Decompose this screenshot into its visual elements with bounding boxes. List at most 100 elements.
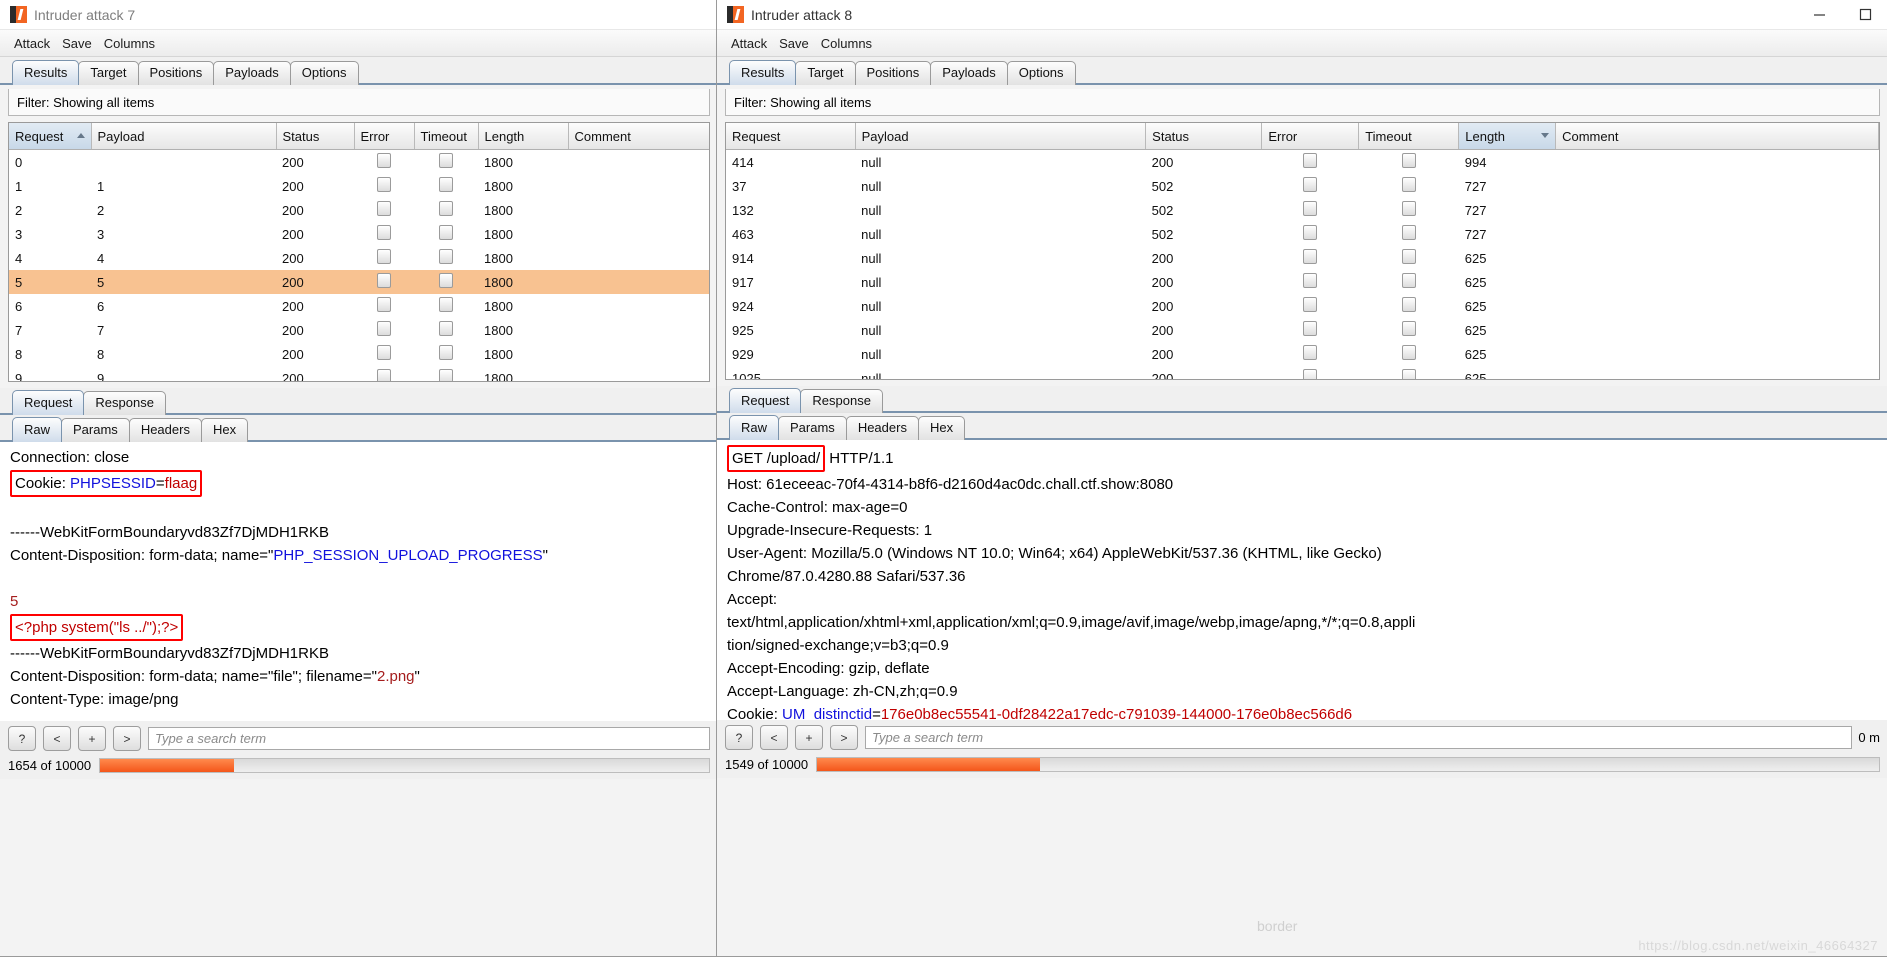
cell-error-checkbox[interactable] (1262, 198, 1359, 222)
tab-request[interactable]: Request (12, 390, 85, 415)
right-filter-bar[interactable]: Filter: Showing all items (725, 89, 1880, 116)
tab-headers[interactable]: Headers (845, 416, 919, 440)
col-timeout[interactable]: Timeout (1358, 123, 1460, 150)
table-row[interactable]: 929 null 200 625 (726, 342, 1879, 366)
table-row[interactable]: 37 null 502 727 (726, 174, 1879, 198)
checkbox-icon[interactable] (377, 345, 391, 360)
cell-timeout-checkbox[interactable] (1359, 342, 1459, 366)
checkbox-icon[interactable] (1401, 345, 1416, 360)
checkbox-icon[interactable] (377, 369, 391, 381)
search-add-button[interactable]: + (78, 726, 106, 751)
cell-timeout-checkbox[interactable] (1359, 246, 1459, 270)
checkbox-icon[interactable] (439, 177, 453, 192)
cell-error-checkbox[interactable] (354, 366, 414, 381)
col-timeout[interactable]: Timeout (414, 123, 479, 150)
cell-error-checkbox[interactable] (354, 270, 414, 294)
tab-params[interactable]: Params (61, 418, 130, 442)
right-view-tabs[interactable]: Raw Params Headers Hex (717, 413, 1887, 440)
table-row[interactable]: 4 4 200 1800 (9, 246, 709, 270)
left-main-tabs[interactable]: Results Target Positions Payloads Option… (0, 57, 718, 85)
cell-error-checkbox[interactable] (354, 174, 414, 198)
intruder-attack-7-window[interactable]: Intruder attack 7 Attack Save Columns Re… (0, 0, 719, 957)
maximize-icon[interactable] (1842, 0, 1887, 29)
col-length[interactable]: Length (1458, 123, 1557, 150)
col-comment[interactable]: Comment (568, 123, 709, 150)
cell-error-checkbox[interactable] (354, 198, 414, 222)
cell-timeout-checkbox[interactable] (414, 198, 478, 222)
col-length[interactable]: Length (478, 123, 569, 150)
cell-timeout-checkbox[interactable] (414, 174, 478, 198)
minimize-icon[interactable] (1796, 0, 1842, 29)
tab-params[interactable]: Params (778, 416, 847, 440)
right-search-bar[interactable]: ? < + > Type a search term 0 m (717, 720, 1887, 755)
search-help-button[interactable]: ? (8, 726, 36, 751)
checkbox-icon[interactable] (439, 201, 453, 216)
checkbox-icon[interactable] (377, 153, 391, 168)
tab-hex[interactable]: Hex (200, 418, 249, 442)
left-view-tabs[interactable]: Raw Params Headers Hex (0, 415, 718, 442)
table-row[interactable]: 414 null 200 994 (726, 150, 1879, 175)
search-prev-button[interactable]: < (760, 725, 788, 750)
search-next-button[interactable]: > (830, 725, 858, 750)
tab-request[interactable]: Request (729, 388, 802, 413)
checkbox-icon[interactable] (1303, 249, 1318, 264)
checkbox-icon[interactable] (439, 369, 453, 381)
checkbox-icon[interactable] (439, 153, 453, 168)
checkbox-icon[interactable] (439, 345, 453, 360)
col-status[interactable]: Status (1145, 123, 1263, 150)
table-row[interactable]: 7 7 200 1800 (9, 318, 709, 342)
right-detail-tabs[interactable]: Request Response (717, 386, 1887, 413)
table-row[interactable]: 924 null 200 625 (726, 294, 1879, 318)
table-row[interactable]: 5 5 200 1800 (9, 270, 709, 294)
tab-positions[interactable]: Positions (854, 61, 932, 85)
checkbox-icon[interactable] (439, 249, 453, 264)
tab-raw[interactable]: Raw (729, 415, 780, 440)
intruder-attack-8-window[interactable]: Intruder attack 8 Attack Save Columns Re… (716, 0, 1887, 957)
cell-error-checkbox[interactable] (354, 318, 414, 342)
col-error[interactable]: Error (354, 123, 415, 150)
checkbox-icon[interactable] (439, 321, 453, 336)
checkbox-icon[interactable] (439, 225, 453, 240)
cell-timeout-checkbox[interactable] (1359, 174, 1459, 198)
table-row[interactable]: 2 2 200 1800 (9, 198, 709, 222)
table-row[interactable]: 132 null 502 727 (726, 198, 1879, 222)
tab-options[interactable]: Options (289, 61, 359, 85)
left-detail-tabs[interactable]: Request Response (0, 388, 718, 415)
table-row[interactable]: 925 null 200 625 (726, 318, 1879, 342)
checkbox-icon[interactable] (1303, 369, 1318, 379)
left-title-bar[interactable]: Intruder attack 7 (0, 0, 718, 30)
checkbox-icon[interactable] (377, 225, 391, 240)
right-request-raw-view[interactable]: GET /upload/ HTTP/1.1 Host: 61eceeac-70f4… (717, 440, 1887, 720)
tab-response[interactable]: Response (800, 389, 883, 413)
checkbox-icon[interactable] (1303, 201, 1318, 216)
cell-error-checkbox[interactable] (1262, 270, 1359, 294)
checkbox-icon[interactable] (1303, 273, 1318, 288)
right-title-bar[interactable]: Intruder attack 8 (717, 0, 1887, 30)
checkbox-icon[interactable] (439, 297, 453, 312)
search-help-button[interactable]: ? (725, 725, 753, 750)
col-request[interactable]: Request (726, 123, 856, 150)
checkbox-icon[interactable] (1303, 153, 1318, 168)
left-request-raw-view[interactable]: Connection: close Cookie: PHPSESSID=flaag… (0, 442, 718, 721)
col-comment[interactable]: Comment (1555, 123, 1879, 150)
table-row[interactable]: 3 3 200 1800 (9, 222, 709, 246)
cell-error-checkbox[interactable] (1262, 318, 1359, 342)
checkbox-icon[interactable] (1303, 345, 1318, 360)
cell-error-checkbox[interactable] (1262, 342, 1359, 366)
right-main-tabs[interactable]: Results Target Positions Payloads Option… (717, 57, 1887, 85)
cell-timeout-checkbox[interactable] (1359, 294, 1459, 318)
cell-timeout-checkbox[interactable] (1359, 366, 1459, 379)
tab-headers[interactable]: Headers (128, 418, 202, 442)
cell-timeout-checkbox[interactable] (414, 270, 478, 294)
cell-timeout-checkbox[interactable] (1359, 318, 1459, 342)
col-status[interactable]: Status (276, 123, 355, 150)
checkbox-icon[interactable] (1303, 177, 1318, 192)
checkbox-icon[interactable] (1401, 321, 1416, 336)
menu-columns[interactable]: Columns (821, 36, 872, 51)
cell-error-checkbox[interactable] (1262, 222, 1359, 246)
cell-error-checkbox[interactable] (354, 222, 414, 246)
checkbox-icon[interactable] (377, 177, 391, 192)
cell-timeout-checkbox[interactable] (414, 366, 478, 381)
checkbox-icon[interactable] (1401, 273, 1416, 288)
checkbox-icon[interactable] (1303, 225, 1318, 240)
